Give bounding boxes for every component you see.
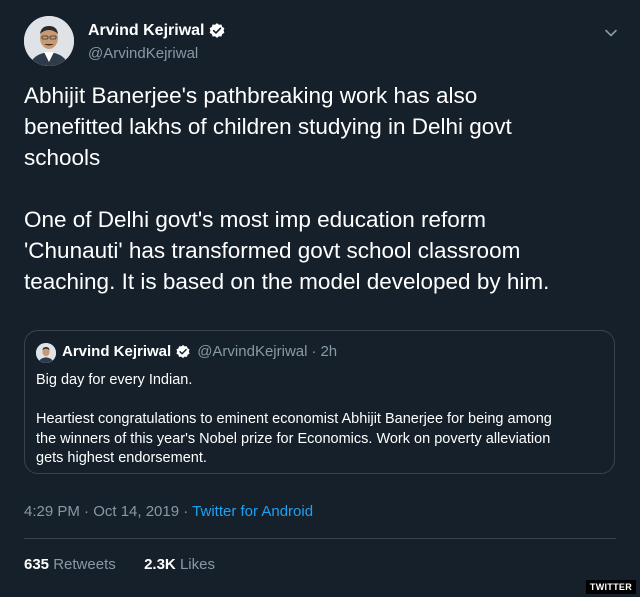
tweet-text: Abhijit Banerjee's pathbreaking work has… — [24, 83, 550, 294]
quoted-tweet[interactable]: Arvind Kejriwal @ArvindKejriwal · 2h Big… — [24, 330, 615, 474]
chevron-down-icon[interactable] — [604, 26, 618, 40]
likes-count: 2.3K — [144, 556, 176, 573]
tweet-source-link[interactable]: Twitter for Android — [192, 503, 313, 520]
author-avatar[interactable] — [24, 16, 74, 66]
tweet-card: Arvind Kejriwal @ArvindKejriwal Abhijit … — [0, 0, 640, 597]
verified-badge-icon — [210, 23, 225, 38]
quoted-tweet-header: Arvind Kejriwal @ArvindKejriwal · 2h — [62, 343, 337, 360]
author-name[interactable]: Arvind Kejriwal — [88, 22, 226, 40]
retweets-label: Retweets — [53, 556, 116, 573]
likes-label: Likes — [179, 556, 215, 573]
divider — [24, 538, 616, 539]
quoted-author-handle: @ArvindKejriwal — [197, 343, 308, 360]
retweets-count: 635 — [24, 556, 50, 573]
retweets-stat[interactable]: 635 Retweets — [24, 556, 120, 573]
twitter-watermark: TWITTER — [585, 580, 636, 594]
quoted-tweet-text: Big day for every Indian. Heartiest cong… — [36, 372, 552, 466]
quoted-timestamp: 2h — [320, 343, 338, 360]
tweet-timestamp[interactable]: 4:29 PM · Oct 14, 2019 · — [24, 503, 188, 520]
author-handle[interactable]: @ArvindKejriwal — [88, 45, 198, 62]
quoted-author-name: Arvind Kejriwal — [62, 343, 172, 360]
author-name-text[interactable]: Arvind Kejriwal — [88, 22, 204, 40]
likes-stat[interactable]: 2.3K Likes — [144, 556, 215, 573]
quoted-author-avatar — [36, 343, 56, 363]
verified-badge-icon — [176, 344, 190, 358]
tweet-meta: 4:29 PM · Oct 14, 2019 · Twitter for And… — [24, 503, 313, 520]
quoted-separator: · — [311, 343, 317, 360]
tweet-stats: 635 Retweets 2.3K Likes — [24, 556, 215, 573]
